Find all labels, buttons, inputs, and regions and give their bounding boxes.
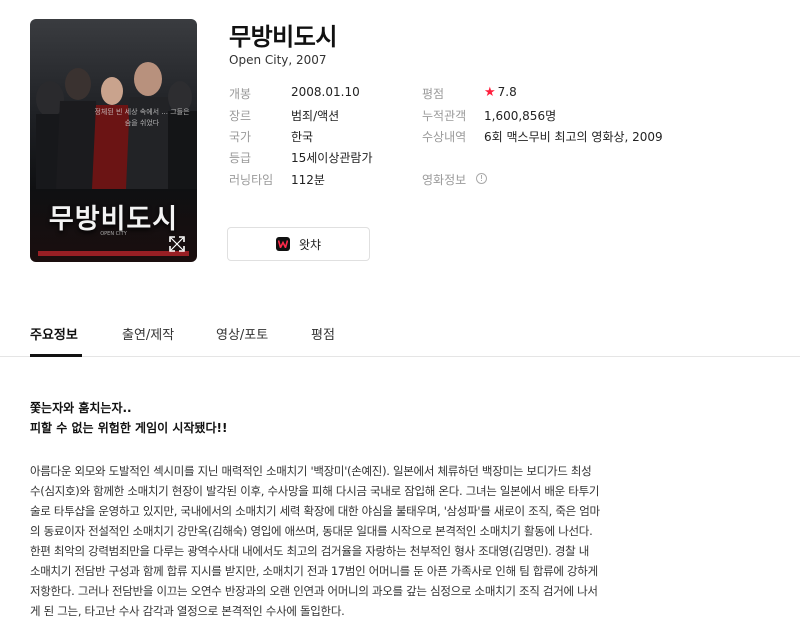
- synopsis-body: 아름다운 외모와 도발적인 섹시미를 지닌 매력적인 소매치기 '백장미'(손예…: [30, 461, 670, 621]
- movie-title: 무방비도시: [229, 23, 337, 51]
- poster-credit-bar: [38, 251, 189, 256]
- tab-video-photo[interactable]: 영상/포토: [216, 324, 268, 343]
- synopsis-line: 게 된 그는, 타고난 수사 감각과 열정으로 본격적인 수사에 돌입한다.: [30, 604, 345, 618]
- score-label: 평점: [422, 87, 445, 101]
- watcha-label: 왓챠: [298, 237, 322, 252]
- info-value: 112분: [291, 173, 325, 187]
- synopsis-line: 저항한다. 그러나 전담반을 이끄는 오연수 반장과의 오랜 인연과 어머니의 …: [30, 584, 598, 598]
- awards-link[interactable]: 6회 맥스무비 최고의 영화상, 2009: [484, 128, 663, 145]
- synopsis-line: 수(심지호)와 함께한 소매치기 현장이 발각된 이후, 수사망을 피해 다시금…: [30, 484, 600, 498]
- score-value: 7.8: [497, 85, 517, 99]
- tab-ratings[interactable]: 평점: [311, 324, 335, 343]
- movie-info-left: 개봉 2008.01.10 장르 범죄/액션 국가 한국 등급 15세이상관람가…: [229, 85, 409, 195]
- expand-icon[interactable]: [168, 235, 186, 253]
- synopsis-headline-1: 쫓는자와 훔치는자..: [30, 401, 132, 415]
- synopsis-line: 소매치기 전담반 구성과 함께 합류 지시를 받지만, 소매치기 전과 17범인…: [30, 564, 598, 578]
- info-value: 15세이상관람가: [291, 151, 373, 165]
- content-tabs: 주요정보 출연/제작 영상/포토 평점: [0, 310, 800, 357]
- info-value: 범죄/액션: [291, 109, 340, 123]
- score-value-wrap: ★ 7.8: [484, 85, 517, 100]
- info-label: 국가: [229, 130, 252, 144]
- info-label: 장르: [229, 109, 252, 123]
- movie-subtitle: Open City, 2007: [229, 53, 327, 67]
- active-tab-indicator: [30, 354, 82, 357]
- star-icon: ★: [484, 85, 496, 100]
- synopsis-line: 술로 타투샵을 운영하고 있지만, 국내에서의 소매치기 세력 확장에 대한 야…: [30, 504, 600, 518]
- info-label: 등급: [229, 151, 252, 165]
- synopsis-line: 한편 최악의 강력범죄만을 다루는 광역수사대 내에서도 최고의 검거율을 자랑…: [30, 544, 590, 558]
- awards-label: 수상내역: [422, 130, 467, 144]
- synopsis-line: 의 동료이자 전설적인 소매치기 강만옥(김해숙) 영입에 애쓰며, 동대문 일…: [30, 524, 593, 538]
- watcha-button[interactable]: 왓챠: [227, 227, 370, 261]
- synopsis-headline-2: 피할 수 없는 위험한 게임이 시작됐다!!: [30, 421, 228, 435]
- info-icon[interactable]: !: [476, 173, 487, 184]
- watcha-logo-icon: [275, 237, 290, 251]
- info-value: 한국: [291, 130, 314, 144]
- synopsis-line: 아름다운 외모와 도발적인 섹시미를 지닌 매력적인 소매치기 '백장미'(손예…: [30, 464, 592, 478]
- info-value: 2008.01.10: [291, 85, 360, 99]
- movie-info-label: 영화정보: [422, 173, 467, 187]
- audience-label: 누적관객: [422, 109, 467, 123]
- movie-poster[interactable]: 정체된 빈 세상 속에서 ... 그들은 숨을 쉬었다 무방비도시 OPEN C…: [30, 19, 197, 262]
- tab-cast-crew[interactable]: 출연/제작: [122, 324, 174, 343]
- tab-main-info[interactable]: 주요정보: [30, 324, 78, 343]
- poster-tagline: 정체된 빈 세상 속에서 ... 그들은 숨을 쉬었다: [94, 108, 190, 127]
- audience-value: 1,600,856명: [484, 109, 557, 123]
- info-label: 개봉: [229, 87, 252, 101]
- synopsis-section: 쫓는자와 훔치는자.. 피할 수 없는 위험한 게임이 시작됐다!! 아름다운 …: [30, 398, 670, 621]
- info-label: 러닝타임: [229, 173, 274, 187]
- movie-info-right: 평점 ★ 7.8 누적관객 1,600,856명 수상내역 6회 맥스무비 최고의…: [422, 85, 682, 195]
